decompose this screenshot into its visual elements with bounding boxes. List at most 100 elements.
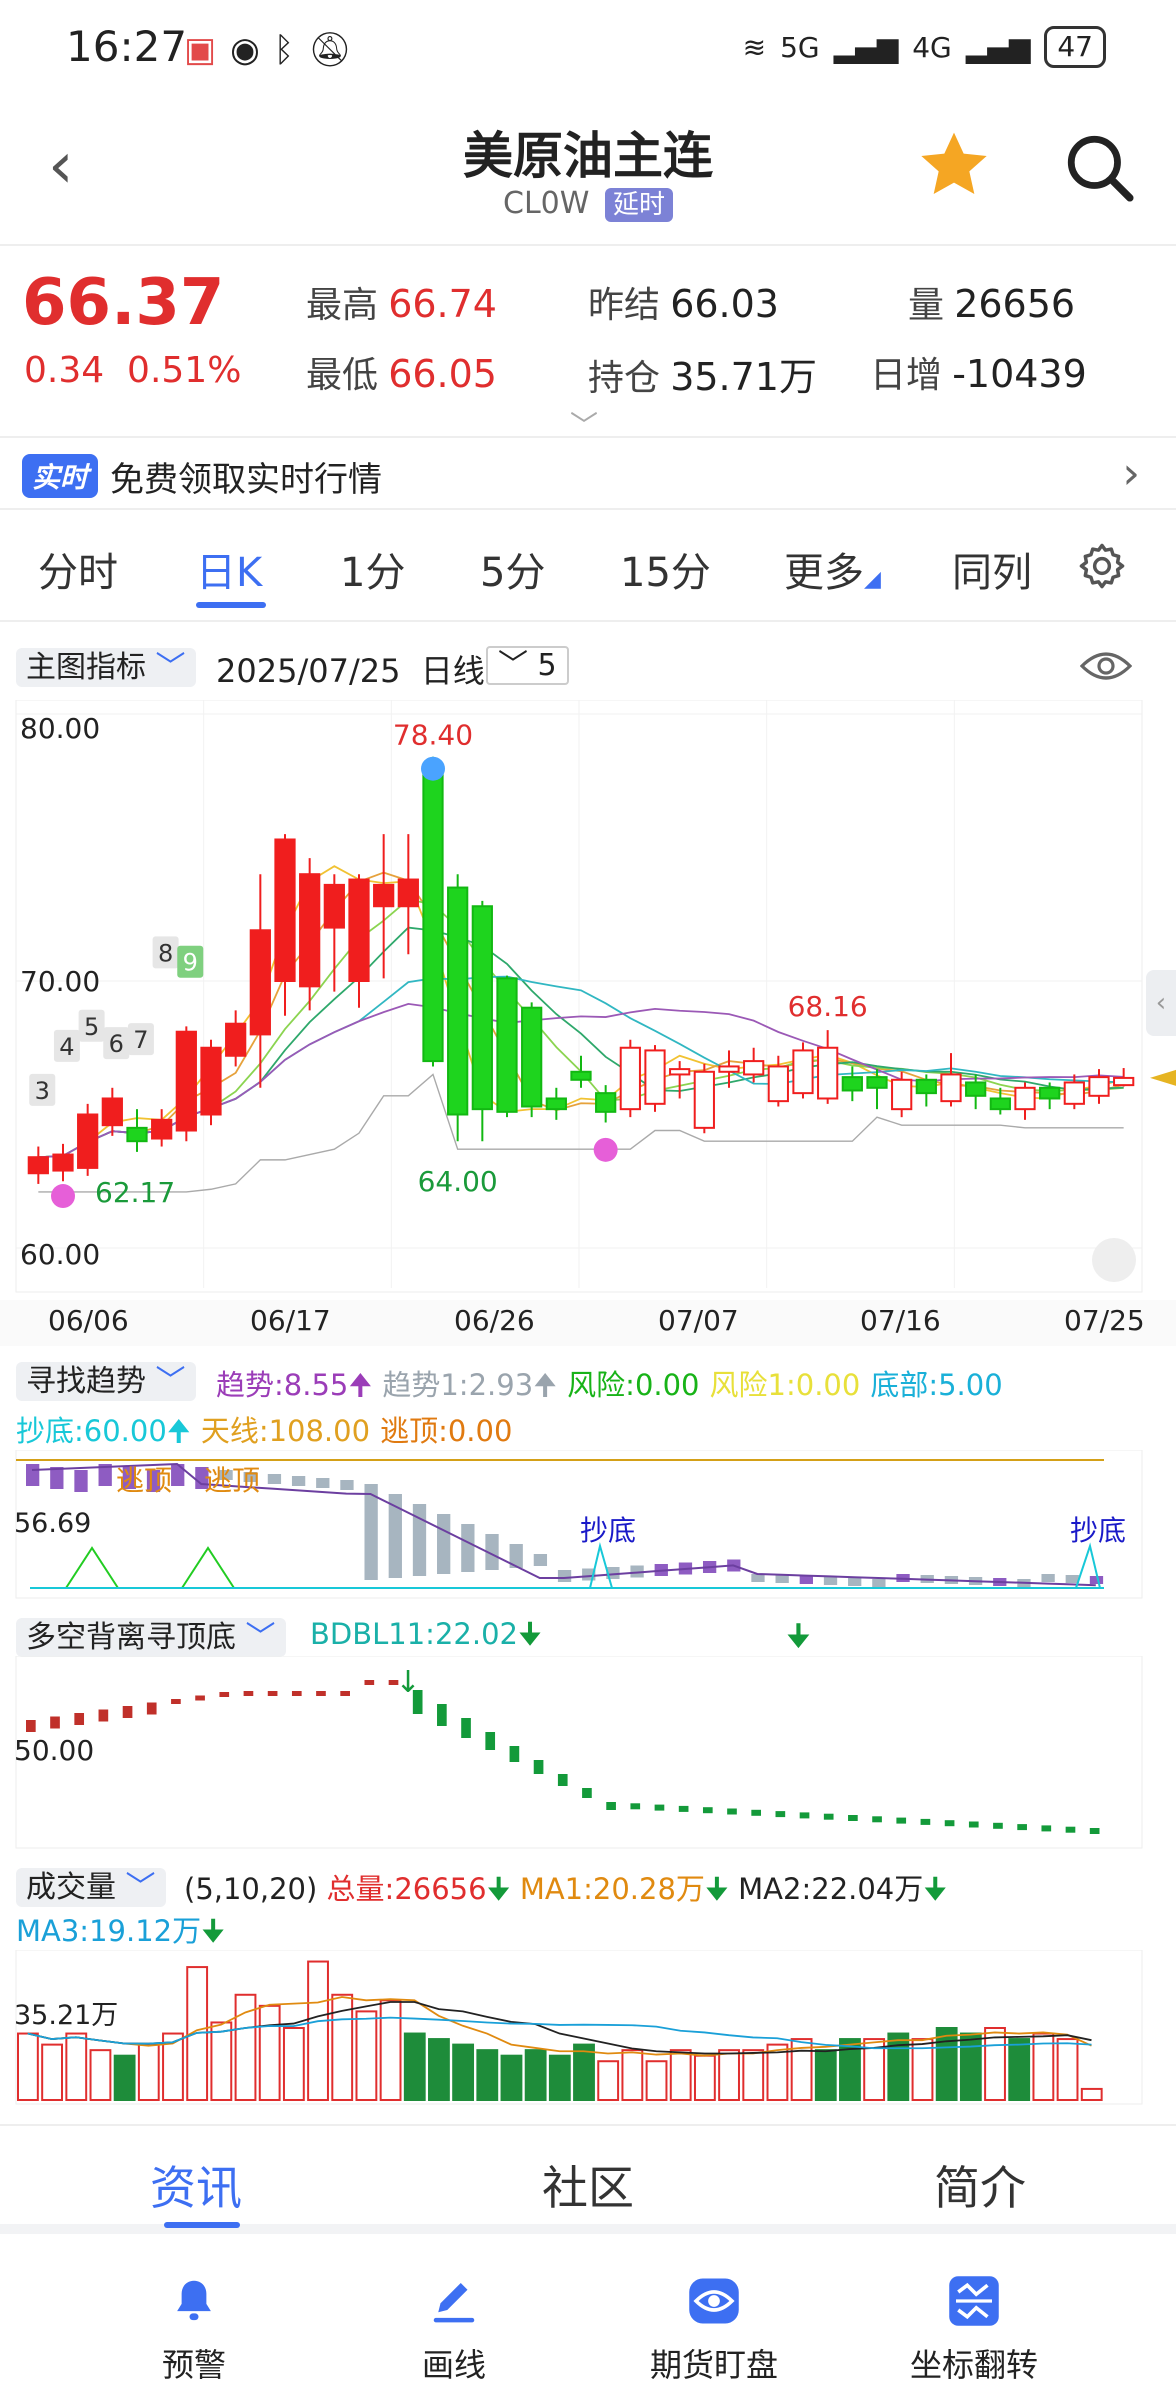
x-tick-label: 06/26 <box>454 1304 535 1337</box>
search-icon[interactable] <box>1062 130 1136 204</box>
favorite-star-icon[interactable] <box>914 126 994 206</box>
volume-bar <box>428 2038 450 2101</box>
tab-intraday[interactable]: 分时 <box>38 540 118 598</box>
bdbl-bar <box>848 1815 858 1821</box>
candle-body <box>447 886 469 1116</box>
realtime-banner[interactable]: 实时 免费领取实时行情 › <box>0 440 1176 510</box>
bdbl-indicator-dropdown[interactable]: 多空背离寻顶底 ﹀ <box>16 1618 286 1657</box>
volume-ma3: MA3:19.12万 <box>16 1914 202 1948</box>
indicator-value: 趋势1:2.93🠉 <box>382 1368 558 1402</box>
volume-scale-label: 35.21万 <box>14 2000 118 2031</box>
gear-icon[interactable] <box>1076 540 1128 592</box>
ma-count-selector[interactable]: ﹀ 5 <box>486 646 569 685</box>
side-panel-handle[interactable]: ‹ <box>1146 970 1176 1036</box>
bdbl-bar <box>702 1807 713 1814</box>
tab-profile[interactable]: 简介 <box>934 2152 1026 2218</box>
candle-body <box>1063 1081 1085 1105</box>
candle-body <box>570 1070 592 1081</box>
tab-community[interactable]: 社区 <box>542 2152 634 2218</box>
count-label: 3 <box>35 1077 50 1105</box>
tab-news[interactable]: 资讯 <box>150 2152 242 2218</box>
buy-bottom-label-2: 抄底 <box>1070 1514 1126 1547</box>
active-bottom-tab-underline <box>164 2222 240 2228</box>
bdbl-bar <box>654 1804 665 1811</box>
bdbl-bar <box>364 1680 375 1685</box>
pencil-icon <box>433 2283 475 2323</box>
bdbl-bar <box>74 1713 85 1725</box>
chart-period: 日线 <box>420 652 485 690</box>
candle-body <box>595 1092 617 1113</box>
flip-axis-button[interactable]: 坐标翻转 <box>874 2274 1074 2386</box>
count-label: 8 <box>158 939 173 967</box>
signal-bars-icon-2: ▂▄▆ <box>965 30 1031 64</box>
fullscreen-icon <box>1092 1238 1136 1282</box>
alert-button[interactable]: 预警 <box>94 2274 294 2386</box>
trend-bar <box>799 1576 813 1584</box>
tab-1min[interactable]: 1分 <box>340 540 405 598</box>
tab-15min[interactable]: 15分 <box>620 540 711 598</box>
x-tick-label: 06/17 <box>250 1304 331 1337</box>
quote-panel: 66.37 0.34 0.51% 最高 66.74 最低 66.05 昨结 66… <box>0 246 1176 442</box>
bdbl-bar <box>146 1702 157 1715</box>
bdbl-bar <box>291 1691 302 1696</box>
candle-body <box>151 1118 173 1140</box>
candle-body <box>965 1081 987 1097</box>
volume-bar <box>548 2054 571 2101</box>
trend-indicator-chart[interactable]: 56.69 逃顶 逃顶抄底 抄底 <box>0 1450 1176 1602</box>
status-bar: 16:27 ▣ ◉ ᛒ 🔕︎ ≋ 5G ▂▄▆ 4G ▂▄▆ 47 <box>0 0 1176 96</box>
trend-bar <box>1041 1574 1055 1582</box>
bdbl-bar <box>920 1818 931 1825</box>
trend-indicator-dropdown[interactable]: 寻找趋势 ﹀ <box>16 1362 196 1401</box>
candle-body <box>27 1156 49 1175</box>
bdbl-value-label: 50.00 <box>14 1734 94 1767</box>
tab-5min[interactable]: 5分 <box>480 540 545 598</box>
candle-body <box>940 1073 962 1103</box>
candle-body <box>817 1046 839 1100</box>
bdbl-bar <box>968 1821 979 1828</box>
volume-bar <box>210 2021 233 2101</box>
high-value: 66.74 <box>388 282 497 326</box>
candle-body <box>718 1065 740 1073</box>
indicator-value: 抄底:60.00🠉 <box>16 1414 191 1448</box>
low-label: 最低 <box>306 355 379 396</box>
active-tab-underline <box>196 602 266 608</box>
draw-line-button[interactable]: 画线 <box>354 2274 554 2386</box>
tab-more[interactable]: 更多◢ <box>784 540 881 598</box>
volume-indicator-dropdown[interactable]: 成交量 ﹀ <box>16 1868 166 1907</box>
signal-bars-icon: ▂▄▆ <box>833 30 899 64</box>
bdbl-bar <box>26 1720 36 1732</box>
arrow-down-icon-6: 🠋 <box>201 1914 226 1948</box>
bdbl-chart[interactable]: 50.00 ↓ <box>0 1656 1176 1852</box>
main-indicator-dropdown[interactable]: 主图指标 ﹀ <box>16 648 196 687</box>
x-tick-label: 07/16 <box>860 1304 941 1337</box>
candlestick-chart[interactable]: 3456 7 8 9 78.40 62.17 64.00 68.16 80.00 70.00 60.… <box>0 700 1176 1340</box>
bdbl-bar <box>243 1691 254 1696</box>
volume-bar <box>693 2054 716 2101</box>
chart-frame <box>15 1656 1143 1849</box>
expand-chevron-icon[interactable]: ﹀ <box>570 404 598 444</box>
prev-settle-value: 66.03 <box>670 282 779 326</box>
volume-bar <box>1008 2038 1031 2101</box>
bdbl-bar <box>727 1808 737 1815</box>
candle-body <box>200 1046 222 1116</box>
tab-same-column[interactable]: 同列 <box>952 540 1032 598</box>
volume-chart[interactable]: 35.21万 <box>0 1950 1176 2110</box>
eye-toggle-icon[interactable] <box>1080 646 1132 686</box>
indicator-value: 趋势:8.55🠉 <box>216 1368 373 1402</box>
bdbl-bar <box>823 1813 834 1820</box>
bdbl-bar <box>50 1716 60 1729</box>
chevron-down-icon-2: ﹀ <box>498 648 528 683</box>
tab-daily-k[interactable]: 日K <box>196 540 262 598</box>
bdbl-bar <box>461 1718 471 1738</box>
futures-watch-button[interactable]: 期货盯盘 <box>614 2274 814 2386</box>
volume-bar <box>113 2054 136 2101</box>
volume-bar <box>524 2049 547 2101</box>
status-time: 16:27 <box>66 22 188 71</box>
trend-bar <box>291 1476 306 1486</box>
volume-bar <box>452 2043 475 2102</box>
bdbl-bar <box>751 1809 762 1816</box>
bdbl-bar <box>872 1816 882 1823</box>
trend-bar <box>74 1470 88 1492</box>
bdbl-bar <box>219 1692 230 1697</box>
signal-5g: 5G <box>780 30 820 64</box>
